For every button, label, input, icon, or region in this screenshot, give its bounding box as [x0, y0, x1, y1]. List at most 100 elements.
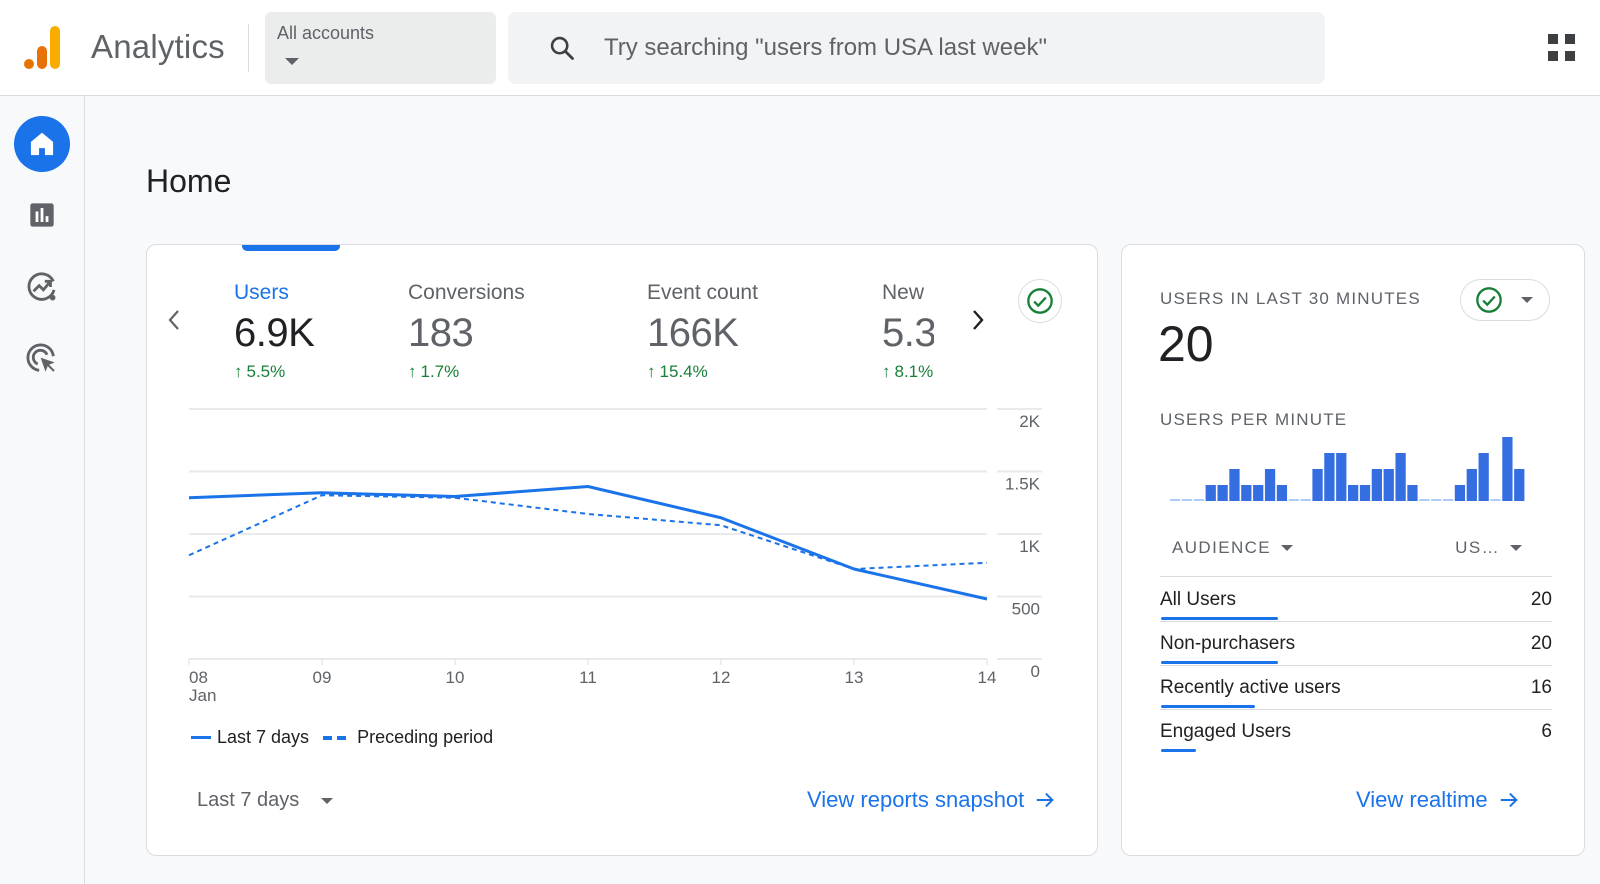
- realtime-insights-button[interactable]: [1460, 279, 1550, 321]
- users-per-minute-bar: [1407, 485, 1418, 501]
- metric-label: Users: [234, 281, 289, 304]
- audience-row[interactable]: Engaged Users 6: [1160, 710, 1552, 754]
- audience-table-header: AUDIENCE US…: [1160, 533, 1552, 577]
- y-tick-label: 2K: [1019, 412, 1040, 431]
- nav-explore[interactable]: [14, 259, 70, 315]
- legend-swatch-dashed: [323, 735, 350, 740]
- users-per-minute-bar: [1431, 499, 1442, 501]
- realtime-title: USERS IN LAST 30 MINUTES: [1160, 289, 1421, 308]
- metric-tab-users[interactable]: Users 6.9K ↑ 5.5%: [234, 281, 394, 382]
- users-per-minute-bar: [1395, 453, 1406, 501]
- metric-label: New: [882, 281, 925, 304]
- users-per-minute-bar: [1324, 453, 1335, 501]
- view-reports-snapshot-link[interactable]: View reports snapshot: [807, 787, 1056, 813]
- check-circle-icon: [1476, 287, 1502, 313]
- column-header-label: US…: [1455, 538, 1500, 557]
- audience-row-label: Non-purchasers: [1160, 633, 1296, 654]
- users-per-minute-bar: [1193, 499, 1204, 501]
- users-per-minute-title: USERS PER MINUTE: [1160, 410, 1348, 429]
- caret-down-icon: [1281, 545, 1294, 551]
- metric-delta: ↑ 8.1%: [882, 362, 934, 382]
- nav-reports[interactable]: [14, 187, 70, 243]
- audience-row-label: All Users: [1160, 589, 1237, 610]
- users-line-chart: 0 500 1K 1.5K 2K 08 09 10 11 12 13 14 Jan: [188, 408, 1042, 705]
- legend-label-previous: Preceding period: [357, 727, 494, 747]
- search-bar[interactable]: [508, 12, 1325, 84]
- realtime-users-value: 20: [1158, 316, 1214, 372]
- x-tick-label: 09: [313, 668, 332, 687]
- metric-value: 183: [408, 311, 474, 355]
- audience-share-bar: [1161, 617, 1278, 620]
- metric-tab-new-users[interactable]: New 5.3 ↑ 8.1%: [882, 281, 934, 382]
- arrow-right-icon: [1037, 792, 1055, 808]
- x-tick-label: 10: [446, 668, 465, 687]
- legend-swatch-solid: [191, 736, 211, 739]
- audience-row[interactable]: Recently active users 16: [1160, 666, 1552, 710]
- metric-tab-conversions[interactable]: Conversions 183 ↑ 1.7%: [408, 281, 608, 382]
- arrow-right-icon: [1500, 792, 1518, 808]
- arrow-up-icon: ↑: [882, 362, 891, 381]
- realtime-card: USERS IN LAST 30 MINUTES 20 USERS PER MI…: [1121, 244, 1585, 856]
- x-tick-label: 11: [579, 668, 597, 687]
- insights-status-button[interactable]: [1018, 279, 1062, 323]
- metric-delta-value: 5.5%: [246, 362, 286, 381]
- left-nav: [0, 96, 85, 884]
- account-selector[interactable]: All accounts: [265, 12, 496, 84]
- audience-share-bar: [1161, 705, 1255, 708]
- metric-value: 6.9K: [234, 311, 315, 355]
- metric-tab-event-count[interactable]: Event count 166K ↑ 15.4%: [647, 281, 847, 382]
- users-per-minute-bar: [1514, 469, 1525, 501]
- y-tick-label: 1.5K: [1005, 475, 1041, 494]
- metric-value: 5.3: [882, 311, 934, 355]
- page-title: Home: [146, 163, 232, 199]
- audience-row[interactable]: All Users 20: [1160, 578, 1552, 622]
- column-header-label: AUDIENCE: [1172, 538, 1272, 557]
- caret-down-icon: [321, 797, 334, 804]
- audience-row-value: 20: [1530, 633, 1552, 654]
- metric-delta-value: 15.4%: [659, 362, 708, 381]
- active-tab-indicator: [242, 245, 340, 251]
- check-circle-icon: [1027, 288, 1053, 314]
- users-per-minute-bar: [1454, 485, 1466, 501]
- audience-row-value: 6: [1541, 721, 1552, 742]
- legend-label-current: Last 7 days: [217, 727, 310, 747]
- audience-row-value: 20: [1530, 589, 1552, 610]
- metric-delta-value: 1.7%: [420, 362, 460, 381]
- audience-row[interactable]: Non-purchasers 20: [1160, 622, 1552, 666]
- arrow-up-icon: ↑: [647, 362, 656, 381]
- users-per-minute-bar: [1348, 485, 1359, 501]
- metric-delta: ↑ 1.7%: [408, 362, 608, 382]
- x-tick-label: 08: [189, 668, 208, 687]
- top-app-bar: Analytics All accounts: [0, 0, 1600, 96]
- series-line-preceding-period: [188, 494, 988, 570]
- caret-down-icon: [1521, 297, 1533, 303]
- search-icon: [550, 36, 574, 60]
- caret-down-icon: [285, 58, 299, 65]
- chevron-right-icon[interactable]: [967, 305, 989, 335]
- audience-row-value: 16: [1530, 677, 1552, 698]
- chevron-left-icon[interactable]: [163, 305, 185, 335]
- date-range-label: Last 7 days: [197, 789, 300, 811]
- users-per-minute-bar: [1336, 453, 1347, 501]
- audience-share-bar: [1161, 661, 1278, 664]
- apps-grid-icon[interactable]: [1548, 34, 1578, 64]
- nav-home[interactable]: [14, 116, 70, 172]
- users-per-minute-bar: [1288, 499, 1299, 501]
- audience-share-bar: [1161, 749, 1196, 752]
- arrow-up-icon: ↑: [234, 362, 243, 381]
- users-per-minute-bar: [1276, 485, 1288, 501]
- metric-label: Event count: [647, 281, 758, 304]
- column-header-users[interactable]: US…: [1455, 538, 1522, 558]
- column-header-audience[interactable]: AUDIENCE: [1172, 538, 1294, 558]
- date-range-selector[interactable]: Last 7 days: [197, 789, 334, 812]
- analytics-logo-icon[interactable]: [22, 24, 62, 72]
- search-input[interactable]: [604, 32, 1294, 64]
- users-per-minute-bar: [1264, 469, 1276, 501]
- users-per-minute-bar: [1217, 485, 1228, 501]
- users-per-minute-bar: [1478, 453, 1489, 501]
- users-per-minute-bar: [1181, 499, 1193, 501]
- nav-advertising[interactable]: [14, 331, 70, 387]
- view-realtime-link[interactable]: View realtime: [1356, 787, 1520, 813]
- app-title: Analytics: [91, 28, 225, 65]
- metric-value: 166K: [647, 311, 739, 355]
